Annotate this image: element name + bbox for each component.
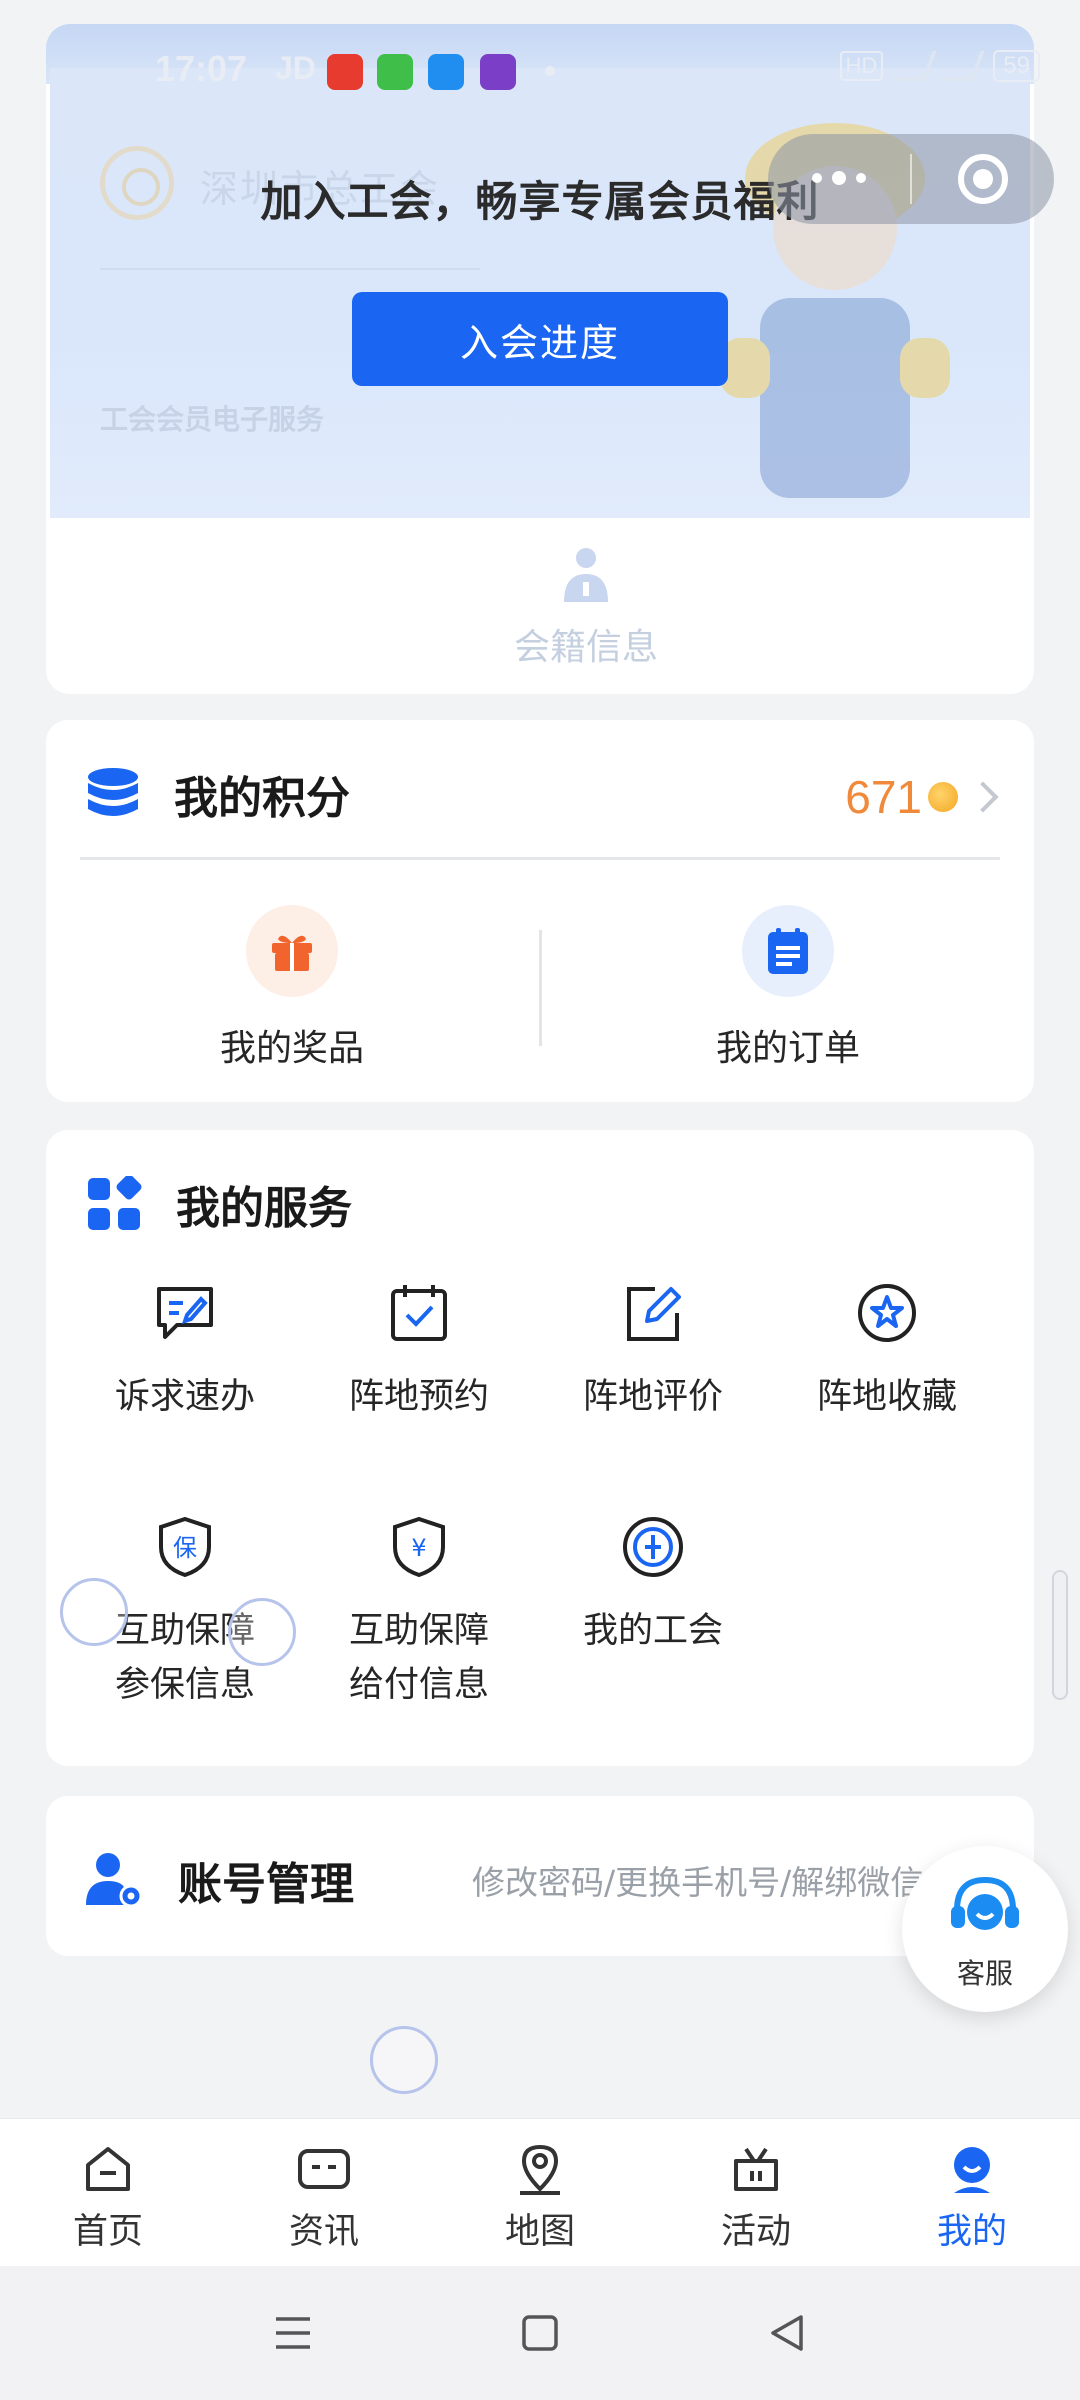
tab-home[interactable]: 首页 [0, 2119, 216, 2266]
back-triangle-icon[interactable] [742, 2298, 832, 2368]
tab-label: 首页 [72, 2212, 143, 2252]
my-prizes-label: 我的奖品 [219, 1028, 364, 1069]
qq-app-icon [428, 54, 464, 90]
battery-icon: 59 [993, 50, 1040, 82]
hero-divider [100, 268, 480, 270]
edit-square-icon [618, 1278, 688, 1348]
customer-service-button[interactable]: 客服 [902, 1846, 1068, 2012]
account-title: 账号管理 [178, 1859, 354, 1910]
database-icon [88, 768, 138, 816]
my-prizes-button[interactable]: 我的奖品 [142, 905, 442, 1071]
points-value-link[interactable]: 671 [845, 770, 999, 824]
profile-icon [944, 2141, 1000, 2197]
service-label-line1: 互助保障 [348, 1611, 489, 1651]
service-label: 阵地评价 [582, 1377, 723, 1417]
membership-info[interactable]: 会籍信息 [46, 544, 1034, 670]
points-separator [539, 930, 542, 1046]
signal-icon [891, 51, 937, 81]
touch-marker-icon [228, 1598, 296, 1666]
home-icon [80, 2141, 136, 2197]
points-title: 我的积分 [174, 773, 350, 824]
points-value: 671 [845, 771, 922, 823]
service-payout-info-button[interactable]: ¥ 互助保障 给付信息 [302, 1512, 536, 1712]
join-progress-button[interactable]: 入会进度 [352, 292, 728, 386]
status-time: 17:07 [155, 48, 248, 89]
tab-label: 地图 [504, 2212, 575, 2252]
points-header: 我的积分 [86, 762, 350, 826]
calendar-check-icon [384, 1278, 454, 1348]
shield-yen-icon: ¥ [384, 1512, 454, 1582]
user-gear-icon [86, 1853, 143, 1908]
account-header: 账号管理 [86, 1848, 354, 1912]
service-label: 阵地收藏 [816, 1377, 957, 1417]
service-favorite-button[interactable]: 阵地收藏 [770, 1278, 1004, 1424]
star-circle-icon [852, 1278, 922, 1348]
more-dots-icon[interactable] [768, 171, 910, 185]
union-logo-icon [618, 1512, 688, 1582]
status-right: HD 59 [839, 50, 1040, 82]
service-label: 我的工会 [582, 1611, 723, 1651]
coin-icon [928, 782, 958, 812]
service-review-button[interactable]: 阵地评价 [536, 1278, 770, 1424]
service-booking-button[interactable]: 阵地预约 [302, 1278, 536, 1424]
gift-icon [246, 905, 338, 997]
service-complaint-button[interactable]: 诉求速办 [68, 1278, 302, 1424]
service-label: 阵地预约 [348, 1377, 489, 1417]
order-icon [742, 905, 834, 997]
person-info-icon [564, 548, 608, 602]
system-nav-bar [0, 2266, 1080, 2400]
touch-marker-icon [370, 2026, 438, 2094]
touch-marker-icon [60, 1578, 128, 1646]
points-card: 我的积分 671 我的奖品 我的订单 [46, 720, 1034, 1102]
service-my-union-button[interactable]: 我的工会 [536, 1512, 770, 1658]
customer-service-label: 客服 [956, 1957, 1013, 1990]
headset-icon [951, 1876, 1019, 1930]
menu-icon[interactable] [248, 2298, 338, 2368]
account-management-card[interactable]: 账号管理 修改密码/更换手机号/解绑微信号 [46, 1796, 1034, 1956]
service-label: 诉求速办 [114, 1377, 255, 1417]
chat-edit-icon [150, 1278, 220, 1348]
hd-icon: HD [839, 51, 884, 81]
chevron-right-icon [967, 781, 999, 813]
my-orders-button[interactable]: 我的订单 [638, 905, 938, 1071]
news-icon [296, 2141, 352, 2197]
message-app-icon [377, 54, 413, 90]
signal-icon-2 [939, 51, 985, 81]
jd-icon: JD [275, 50, 316, 86]
svg-text:保: 保 [173, 1534, 197, 1562]
activity-icon [728, 2141, 784, 2197]
services-title: 我的服务 [176, 1183, 352, 1234]
service-label-line2: 给付信息 [348, 1665, 489, 1705]
close-target-icon[interactable] [912, 154, 1054, 204]
tab-label: 我的 [936, 2212, 1007, 2252]
tab-news[interactable]: 资讯 [216, 2119, 432, 2266]
membership-label: 会籍信息 [513, 627, 658, 668]
tab-map[interactable]: 地图 [432, 2119, 648, 2266]
status-bar: 17:07 JD HD 59 [0, 0, 1080, 140]
miniprogram-capsule [768, 134, 1054, 224]
map-pin-icon [512, 2141, 568, 2197]
notification-dot-icon [545, 66, 555, 76]
service-label-line2: 参保信息 [114, 1665, 255, 1705]
ting-app-icon [327, 54, 363, 90]
tab-activity[interactable]: 活动 [648, 2119, 864, 2266]
services-card: 我的服务 诉求速办 阵地预约 阵地评价 阵地收藏 保 互助保障 参保信息 ¥ 互… [46, 1130, 1034, 1766]
scrollbar[interactable] [1052, 1570, 1068, 1700]
grid-apps-icon [88, 1176, 142, 1230]
shield-bao-icon: 保 [150, 1512, 220, 1582]
tab-label: 资讯 [288, 2212, 359, 2252]
game-app-icon [480, 54, 516, 90]
square-home-icon[interactable] [495, 2298, 585, 2368]
hero-subtitle: 工会会员电子服务 [100, 403, 325, 436]
services-header: 我的服务 [86, 1172, 352, 1236]
svg-text:¥: ¥ [411, 1534, 426, 1562]
points-divider [80, 857, 1000, 860]
my-orders-label: 我的订单 [715, 1028, 860, 1069]
tab-label: 活动 [720, 2212, 791, 2252]
tab-profile[interactable]: 我的 [864, 2119, 1080, 2266]
bottom-tab-bar: 首页 资讯 地图 活动 我的 [0, 2118, 1080, 2266]
